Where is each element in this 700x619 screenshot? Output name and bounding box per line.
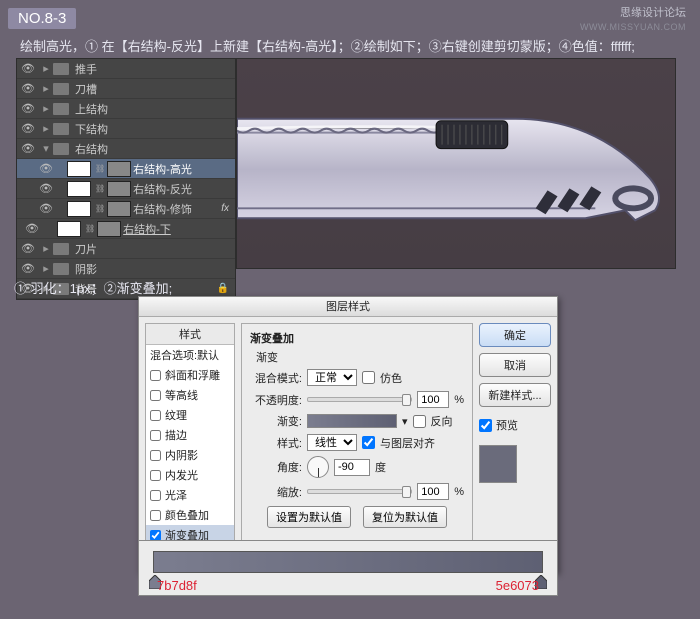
dither-checkbox[interactable] <box>362 371 375 384</box>
align-checkbox[interactable] <box>362 436 375 449</box>
align-label: 与图层对齐 <box>380 435 435 451</box>
style-checkbox[interactable] <box>150 370 161 381</box>
visibility-icon[interactable]: 👁 <box>35 182 57 195</box>
new-style-button[interactable]: 新建样式... <box>479 383 551 407</box>
preview-label: 预览 <box>496 417 518 433</box>
cancel-button[interactable]: 取消 <box>479 353 551 377</box>
visibility-icon[interactable]: 👁 <box>21 222 43 235</box>
visibility-icon[interactable]: 👁 <box>17 62 39 75</box>
style-item[interactable]: 等高线 <box>146 385 234 405</box>
style-checkbox[interactable] <box>150 530 161 541</box>
visibility-icon[interactable]: 👁 <box>17 262 39 275</box>
layer-row[interactable]: 👁▸阴影 <box>17 259 235 279</box>
style-checkbox[interactable] <box>150 410 161 421</box>
watermark: 思缘设计论坛 WWW.MISSYUAN.COM <box>580 6 686 34</box>
step-tag: NO.8-3 <box>8 8 76 29</box>
scale-input[interactable] <box>417 483 449 500</box>
reverse-checkbox[interactable] <box>413 415 426 428</box>
opacity-label: 不透明度: <box>250 392 302 408</box>
layer-row[interactable]: 👁▸刀片 <box>17 239 235 259</box>
instruction-1: 绘制高光，① 在【右结构-反光】上新建【右结构-高光】；②绘制如下；③右键创建剪… <box>20 36 635 55</box>
visibility-icon[interactable]: 👁 <box>17 242 39 255</box>
layer-row[interactable]: 👁⛓右结构-下 <box>17 219 235 239</box>
style-item[interactable]: 光泽 <box>146 485 234 505</box>
style-item[interactable]: 内发光 <box>146 465 234 485</box>
style-checkbox[interactable] <box>150 430 161 441</box>
style-label: 样式: <box>250 435 302 451</box>
layer-thumb <box>67 161 91 177</box>
layer-row[interactable]: 👁▸推手 <box>17 59 235 79</box>
layer-row[interactable]: 👁▸上结构 <box>17 99 235 119</box>
knife-illustration <box>237 59 675 269</box>
watermark-line2: WWW.MISSYUAN.COM <box>580 20 686 34</box>
scale-label: 缩放: <box>250 484 302 500</box>
dialog-title: 图层样式 <box>139 297 557 317</box>
angle-input[interactable] <box>334 459 370 476</box>
gradient-hex-left: 7b7d8f <box>157 578 197 593</box>
instruction-2: ① 羽化：1px；②渐变叠加; <box>14 278 172 297</box>
visibility-icon[interactable]: 👁 <box>35 202 57 215</box>
dither-label: 仿色 <box>380 370 402 386</box>
layers-panel: 👁▸推手 👁▸刀槽 👁▸上结构 👁▸下结构 👁▾右结构 👁⛓右结构-高光 👁⛓右… <box>16 58 236 300</box>
gradient-swatch[interactable] <box>307 414 397 428</box>
style-item[interactable]: 斜面和浮雕 <box>146 365 234 385</box>
gradient-hex-right: 5e6073 <box>496 578 539 593</box>
style-item[interactable]: 颜色叠加 <box>146 505 234 525</box>
style-select[interactable]: 线性 <box>307 434 357 451</box>
layer-row[interactable]: 👁⛓右结构-修饰fx <box>17 199 235 219</box>
style-checkbox[interactable] <box>150 510 161 521</box>
folder-icon <box>53 63 69 75</box>
opacity-slider[interactable] <box>307 397 412 402</box>
watermark-line1: 思缘设计论坛 <box>580 6 686 20</box>
layer-style-dialog: 图层样式 样式 混合选项:默认 斜面和浮雕 等高线 纹理 描边 内阴影 内发光 … <box>138 296 558 573</box>
style-checkbox[interactable] <box>150 390 161 401</box>
gradient-overlay-panel: 渐变叠加 渐变 混合模式: 正常 仿色 不透明度: % 渐变: ▾ 反向 <box>241 323 473 566</box>
style-item[interactable]: 描边 <box>146 425 234 445</box>
style-checkbox[interactable] <box>150 470 161 481</box>
visibility-icon[interactable]: 👁 <box>17 102 39 115</box>
styles-header: 样式 <box>146 324 234 345</box>
layer-row[interactable]: 👁▸下结构 <box>17 119 235 139</box>
fx-icon[interactable]: fx <box>221 203 229 214</box>
link-icon: ⛓ <box>93 164 107 173</box>
visibility-icon[interactable]: 👁 <box>17 142 39 155</box>
angle-label: 角度: <box>250 459 302 475</box>
layer-row[interactable]: 👁▾右结构 <box>17 139 235 159</box>
visibility-icon[interactable]: 👁 <box>17 82 39 95</box>
layer-row[interactable]: 👁▸刀槽 <box>17 79 235 99</box>
style-item[interactable]: 内阴影 <box>146 445 234 465</box>
panel-subtitle: 渐变 <box>256 349 464 365</box>
lock-icon: 🔒 <box>217 283 229 294</box>
reset-default-button[interactable]: 复位为默认值 <box>363 506 447 528</box>
angle-dial[interactable] <box>307 456 329 478</box>
style-item[interactable]: 混合选项:默认 <box>146 345 234 365</box>
style-checkbox[interactable] <box>150 450 161 461</box>
layer-row-selected[interactable]: 👁⛓右结构-高光 <box>17 159 235 179</box>
folder-icon <box>53 83 69 95</box>
preview-checkbox[interactable] <box>479 419 492 432</box>
reverse-label: 反向 <box>431 413 453 429</box>
folder-icon <box>53 103 69 115</box>
opacity-input[interactable] <box>417 391 449 408</box>
panel-group-title: 渐变叠加 <box>250 330 464 346</box>
gradient-label: 渐变: <box>250 413 302 429</box>
visibility-icon[interactable]: 👁 <box>35 162 57 175</box>
ok-button[interactable]: 确定 <box>479 323 551 347</box>
scale-slider[interactable] <box>307 489 412 494</box>
styles-list: 样式 混合选项:默认 斜面和浮雕 等高线 纹理 描边 内阴影 内发光 光泽 颜色… <box>145 323 235 566</box>
set-default-button[interactable]: 设置为默认值 <box>267 506 351 528</box>
gradient-editor: 7b7d8f 5e6073 <box>138 540 558 596</box>
layer-row[interactable]: 👁⛓右结构-反光 <box>17 179 235 199</box>
visibility-icon[interactable]: 👁 <box>17 122 39 135</box>
blend-mode-label: 混合模式: <box>250 370 302 386</box>
preview-swatch <box>479 445 517 483</box>
style-checkbox[interactable] <box>150 490 161 501</box>
gradient-track[interactable] <box>153 551 543 573</box>
dialog-buttons: 确定 取消 新建样式... 预览 <box>479 323 551 566</box>
style-item[interactable]: 纹理 <box>146 405 234 425</box>
folder-icon <box>53 123 69 135</box>
blend-mode-select[interactable]: 正常 <box>307 369 357 386</box>
canvas[interactable] <box>236 58 676 269</box>
folder-icon <box>53 143 69 155</box>
